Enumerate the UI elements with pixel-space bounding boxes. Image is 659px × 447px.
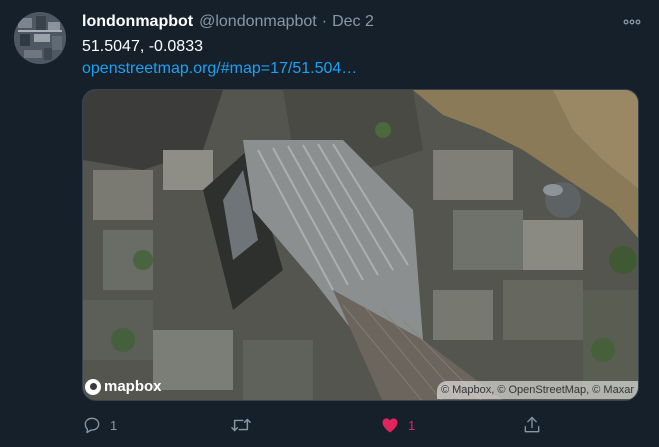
map-image[interactable]: mapbox © Mapbox, © OpenStreetMap, © Maxa… bbox=[82, 89, 639, 401]
heart-icon bbox=[382, 418, 398, 433]
like-count: 1 bbox=[408, 417, 416, 433]
user-handle[interactable]: @londonmapbot bbox=[199, 13, 317, 31]
separator-dot: · bbox=[321, 13, 328, 30]
reply-button[interactable]: 1 bbox=[82, 412, 117, 438]
avatar-image bbox=[14, 12, 66, 64]
reply-count: 1 bbox=[110, 417, 118, 433]
share-icon bbox=[524, 416, 540, 433]
tweet-header: londonmapbot @londonmapbot · Dec 2 bbox=[82, 12, 374, 32]
display-name[interactable]: londonmapbot bbox=[82, 13, 193, 31]
mapbox-icon bbox=[85, 378, 101, 395]
more-horizontal-icon bbox=[623, 19, 641, 25]
map-attribution: © Mapbox, © OpenStreetMap, © Maxar bbox=[436, 381, 638, 399]
mapbox-logo-text: mapbox bbox=[104, 378, 162, 395]
tweet-actions: 1 1 bbox=[82, 412, 639, 438]
retweet-button[interactable] bbox=[230, 412, 252, 438]
reply-icon bbox=[84, 417, 100, 434]
tweet-text: 51.5047, -0.0833 bbox=[82, 38, 203, 55]
like-button[interactable]: 1 bbox=[380, 412, 415, 438]
retweet-icon bbox=[231, 418, 251, 432]
share-button[interactable] bbox=[522, 412, 542, 438]
more-options-button[interactable] bbox=[618, 12, 646, 32]
tweet-link[interactable]: openstreetmap.org/#map=17/51.504… bbox=[82, 60, 357, 78]
satellite-image bbox=[83, 90, 638, 400]
mapbox-logo[interactable]: mapbox bbox=[85, 378, 162, 395]
tweet: londonmapbot @londonmapbot · Dec 2 51.50… bbox=[0, 0, 659, 447]
avatar[interactable] bbox=[14, 12, 66, 64]
tweet-date[interactable]: Dec 2 bbox=[332, 13, 374, 31]
